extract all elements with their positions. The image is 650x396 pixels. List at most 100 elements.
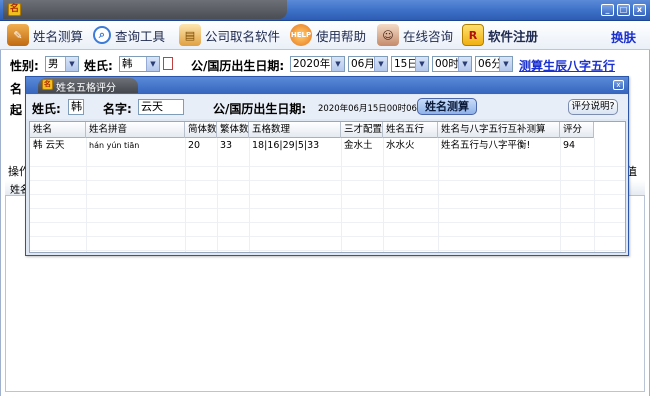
name-score-dialog: 名 姓名五格评分 x 姓氏: 韩 名字: 云天 公/国历出生日期: 2020年0…: [25, 76, 629, 256]
dialog-surname-input[interactable]: 韩: [68, 99, 84, 115]
toolbar-item-label: 在线咨询: [403, 28, 454, 44]
dialog-given-value: 云天: [141, 100, 163, 113]
tool-name-calc[interactable]: ✎ 姓名测算: [7, 24, 83, 46]
grid-divider: [594, 138, 595, 252]
toolbar-item-label: 查询工具: [115, 28, 166, 44]
chevron-down-icon: ▼: [331, 57, 344, 71]
cell-wuge: 18|16|29|5|33: [252, 140, 320, 151]
pencil-book-icon: ✎: [7, 24, 29, 46]
hour-value: 00时: [435, 58, 459, 70]
tool-online-consult[interactable]: ☺ 在线咨询: [377, 24, 453, 46]
grid-divider: [217, 138, 218, 252]
chevron-down-icon: ▼: [374, 57, 387, 71]
gender-label: 性别:: [10, 59, 39, 73]
notebook-icon[interactable]: [163, 57, 173, 70]
app-icon: 名: [8, 3, 21, 16]
dialog-input-bar: 姓氏: 韩 名字: 云天 公/国历出生日期: 2020年06月15日00时06分…: [26, 95, 628, 119]
dialog-birth-value: 2020年06月15日00时06分: [318, 104, 426, 114]
grid-divider: [86, 138, 87, 252]
dialog-surname-value: 韩: [71, 100, 82, 113]
col-header-bazi-match[interactable]: 姓名与八字五行互补测算: [438, 122, 560, 138]
grid-divider: [249, 138, 250, 252]
year-value: 2020年: [293, 58, 331, 70]
toolbar: ✎ 姓名测算 ⌕ 查询工具 ▤ 公司取名软件 HELP 使用帮助 ☺ 在线咨询 …: [0, 21, 650, 50]
col-header-pinyin[interactable]: 姓名拼音: [86, 122, 185, 138]
minimize-button[interactable]: _: [601, 4, 614, 16]
chevron-down-icon: ▼: [499, 57, 512, 71]
toolbar-item-label: 使用帮助: [316, 28, 367, 44]
main-border-left: [0, 50, 1, 396]
col-header-traditional[interactable]: 繁体数: [217, 122, 249, 138]
col-header-score[interactable]: 评分: [560, 122, 594, 138]
tool-query[interactable]: ⌕ 查询工具: [93, 24, 165, 46]
chevron-down-icon: ▼: [415, 57, 428, 71]
hour-select[interactable]: 00时 ▼: [432, 56, 472, 72]
help-icon: HELP: [290, 24, 312, 46]
gender-value: 男: [48, 58, 59, 70]
score-grid: 姓名 姓名拼音 简体数 繁体数 五格数理 三才配置 姓名五行 姓名与八字五行互补…: [29, 121, 626, 253]
score-help-button[interactable]: 评分说明?: [568, 99, 618, 115]
col-header-sancai[interactable]: 三才配置: [341, 122, 383, 138]
tool-company-naming[interactable]: ▤ 公司取名软件: [179, 24, 280, 46]
grid-divider: [383, 138, 384, 252]
birth-label: 公/国历出生日期:: [191, 59, 285, 73]
dialog-title-bar: 名 姓名五格评分 x: [26, 77, 628, 94]
tool-register[interactable]: R 软件注册: [462, 24, 538, 46]
dialog-given-label: 名字:: [103, 102, 132, 116]
year-select[interactable]: 2020年 ▼: [290, 56, 345, 72]
start-fragment: 起: [10, 103, 23, 117]
chevron-down-icon: ▼: [458, 57, 471, 71]
cell-traditional: 33: [220, 140, 233, 151]
grid-divider: [438, 138, 439, 252]
toolbar-item-label: 软件注册: [488, 28, 539, 44]
consultant-icon: ☺: [377, 24, 399, 46]
gender-select[interactable]: 男 ▼: [45, 56, 79, 72]
bazi-link[interactable]: 测算生辰八字五行: [519, 57, 615, 74]
col-header-name[interactable]: 姓名: [30, 122, 86, 138]
company-card-icon: ▤: [179, 24, 201, 46]
surname-label: 姓氏:: [84, 59, 113, 73]
grid-divider: [185, 138, 186, 252]
dialog-birth-label: 公/国历出生日期:: [213, 102, 307, 116]
name-fragment: 名: [10, 82, 23, 96]
cell-name: 韩 云天: [33, 140, 65, 151]
table-row[interactable]: 韩 云天 hán yún tiān 20 33 18|16|29|5|33 金水…: [30, 139, 594, 153]
day-select[interactable]: 15日 ▼: [391, 56, 429, 72]
minute-select[interactable]: 06分 ▼: [475, 56, 513, 72]
toolbar-item-label: 姓名测算: [33, 28, 84, 44]
tool-help[interactable]: HELP 使用帮助: [290, 24, 366, 46]
skin-link[interactable]: 换肤: [611, 27, 636, 46]
close-button[interactable]: x: [633, 4, 646, 16]
main-title-bar: 名 _ □ x: [0, 0, 650, 21]
col-header-simplified[interactable]: 简体数: [185, 122, 217, 138]
surname-value: 韩: [122, 58, 133, 70]
register-icon: R: [462, 24, 484, 46]
cell-bazi-match: 姓名五行与八字平衡!: [441, 140, 531, 151]
month-value: 06月: [351, 58, 375, 70]
grid-header: 姓名 姓名拼音 简体数 繁体数 五格数理 三才配置 姓名五行 姓名与八字五行互补…: [30, 122, 594, 138]
dialog-title: 姓名五格评分: [56, 83, 116, 94]
name-calc-button[interactable]: 姓名测算: [417, 98, 477, 115]
cell-simplified: 20: [188, 140, 201, 151]
cell-wuxing: 水水火: [386, 140, 415, 151]
col-header-wuge[interactable]: 五格数理: [249, 122, 341, 138]
month-select[interactable]: 06月 ▼: [348, 56, 388, 72]
toolbar-item-label: 公司取名软件: [205, 28, 281, 44]
maximize-button[interactable]: □: [617, 4, 630, 16]
grid-divider: [341, 138, 342, 252]
cell-pinyin: hán yún tiān: [89, 141, 140, 150]
magnifier-icon: ⌕: [93, 26, 111, 44]
chevron-down-icon: ▼: [146, 57, 159, 71]
dialog-given-input[interactable]: 云天: [138, 99, 184, 115]
title-pill: [3, 0, 287, 19]
surname-select[interactable]: 韩 ▼: [119, 56, 160, 72]
dialog-close-button[interactable]: x: [613, 80, 624, 90]
col-header-wuxing[interactable]: 姓名五行: [383, 122, 438, 138]
chevron-down-icon: ▼: [65, 57, 78, 71]
grid-empty-rows: [30, 153, 625, 252]
cell-score: 94: [563, 140, 576, 151]
grid-divider: [560, 138, 561, 252]
dialog-app-icon: 名: [42, 79, 53, 90]
cell-sancai: 金水土: [344, 140, 373, 151]
dialog-surname-label: 姓氏:: [32, 102, 61, 116]
